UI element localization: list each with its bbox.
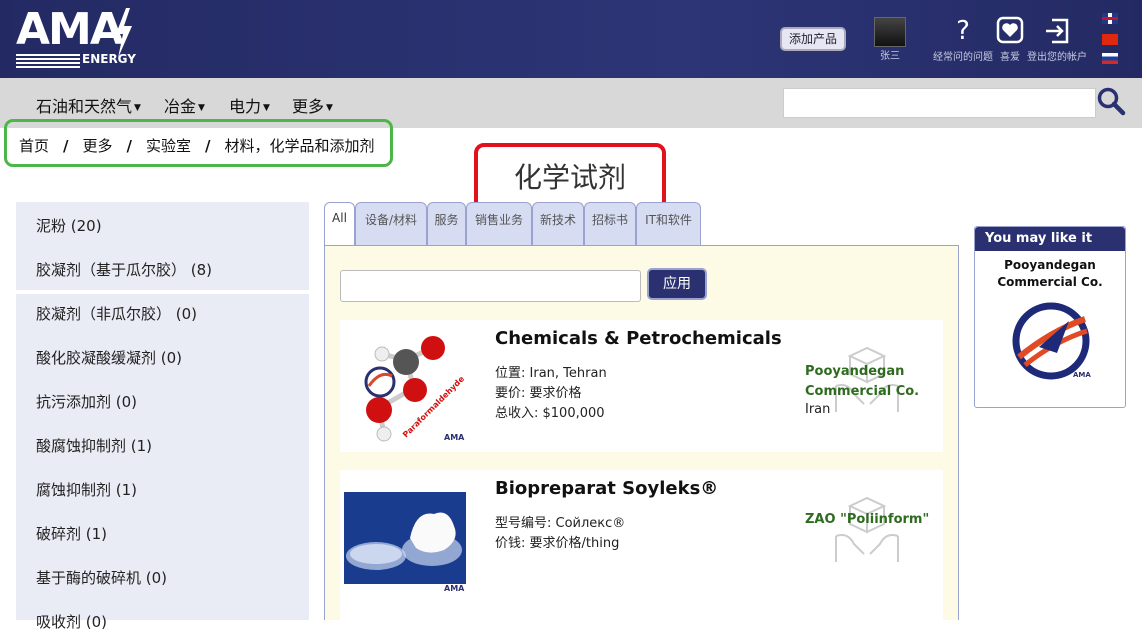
- product-title[interactable]: Biopreparat Soyleks®: [495, 478, 718, 499]
- recommendation-company[interactable]: Pooyandegan Commercial Co.: [975, 257, 1125, 291]
- sidebar-item[interactable]: 胶凝剂（非瓜尔胶） (0): [36, 303, 197, 324]
- nav-oil-gas[interactable]: 石油和天然气 ▼: [36, 93, 141, 117]
- logout-link[interactable]: 登出您的帐户: [1022, 16, 1092, 63]
- tab-sales[interactable]: 销售业务: [466, 202, 532, 246]
- nav-more[interactable]: 更多 ▼: [292, 93, 333, 117]
- apply-button[interactable]: 应用: [647, 268, 707, 300]
- logo-watermark: AMA: [1073, 371, 1091, 379]
- breadcrumb: 首页 / 更多 / 实验室 / 材料，化学品和添加剂: [4, 119, 393, 167]
- logout-icon: [1046, 18, 1069, 44]
- product-title[interactable]: Chemicals & Petrochemicals: [495, 328, 782, 349]
- logo-stripes: [16, 54, 80, 68]
- caret-down-icon: ▼: [134, 102, 141, 113]
- tab-tenders[interactable]: 招标书: [584, 202, 636, 246]
- product-card[interactable]: AMA Biopreparat Soyleks® 型号编号: Сойлекс® …: [340, 470, 943, 620]
- search-icon[interactable]: [1096, 86, 1126, 116]
- recommendation-heading: You may like it: [975, 227, 1125, 251]
- recommendation-box[interactable]: You may like it Pooyandegan Commercial Co…: [974, 226, 1126, 408]
- search-input[interactable]: [783, 88, 1096, 118]
- caret-down-icon: ▼: [198, 102, 205, 113]
- nav-power[interactable]: 电力 ▼: [229, 93, 270, 117]
- sidebar-item[interactable]: 胶凝剂（基于瓜尔胶） (8): [36, 259, 212, 280]
- logout-label: 登出您的帐户: [1027, 52, 1087, 63]
- ama-energy-logo[interactable]: AMA ENERGY: [16, 4, 136, 70]
- sidebar-item[interactable]: 酸化胶凝酸缓凝剂 (0): [36, 347, 182, 368]
- tab-all[interactable]: All: [324, 202, 355, 247]
- tab-it-software[interactable]: IT和软件: [636, 202, 701, 246]
- logo-text: AMA: [16, 4, 124, 55]
- seller-name[interactable]: ZAO "Poliinform": [805, 510, 929, 530]
- flag-chinese-icon[interactable]: [1102, 34, 1118, 45]
- avatar[interactable]: [874, 17, 906, 47]
- sidebar-item[interactable]: 吸收剂 (0): [36, 611, 107, 632]
- sidebar-item[interactable]: 腐蚀抑制剂 (1): [36, 479, 137, 500]
- seller-country: Iran: [805, 402, 831, 417]
- breadcrumb-home[interactable]: 首页: [19, 137, 49, 155]
- product-location: 位置: Iran, Tehran: [495, 366, 607, 381]
- add-product-button[interactable]: 添加产品: [780, 27, 846, 51]
- category-sidebar: 泥粉 (20) 胶凝剂（基于瓜尔胶） (8) 胶凝剂（非瓜尔胶） (0) 酸化胶…: [16, 202, 309, 631]
- caret-down-icon: ▼: [326, 102, 333, 113]
- top-header: AMA ENERGY 添加产品 张三 ? 经常问的问题 喜爱 登出您的帐户: [0, 0, 1142, 78]
- sidebar-item[interactable]: 酸腐蚀抑制剂 (1): [36, 435, 152, 456]
- product-price: 要价: 要求价格: [495, 386, 582, 401]
- image-watermark: AMA: [444, 433, 465, 442]
- nav-metallurgy[interactable]: 冶金 ▼: [164, 93, 205, 117]
- sidebar-item[interactable]: 泥粉 (20): [36, 215, 102, 236]
- logo-subtext: ENERGY: [82, 52, 136, 66]
- tab-services[interactable]: 服务: [427, 202, 466, 246]
- bolt-icon: [116, 8, 132, 58]
- flag-english-icon[interactable]: [1102, 13, 1118, 24]
- sidebar-item[interactable]: 破碎剂 (1): [36, 523, 107, 544]
- image-watermark: AMA: [444, 584, 465, 593]
- product-image[interactable]: Paraformaldehyde AMA: [344, 326, 466, 444]
- filter-input[interactable]: [340, 270, 641, 302]
- tab-equipment[interactable]: 设备/材料: [355, 202, 427, 246]
- sidebar-item[interactable]: 抗污添加剂 (0): [36, 391, 137, 412]
- breadcrumb-more[interactable]: 更多: [83, 137, 113, 155]
- page-title: 化学试剂: [513, 161, 626, 194]
- breadcrumb-lab[interactable]: 实验室: [146, 137, 191, 155]
- user-name[interactable]: 张三: [870, 47, 910, 62]
- flag-russian-icon[interactable]: [1102, 53, 1118, 64]
- sidebar-item[interactable]: 基于酶的破碎机 (0): [36, 567, 167, 588]
- handshake-icon: [835, 496, 899, 562]
- breadcrumb-current[interactable]: 材料，化学品和添加剂: [225, 137, 375, 155]
- product-price: 价钱: 要求价格/thing: [495, 536, 620, 551]
- product-model: 型号编号: Сойлекс®: [495, 516, 626, 531]
- company-logo[interactable]: AMA: [1011, 301, 1091, 381]
- tab-new-tech[interactable]: 新技术: [532, 202, 584, 246]
- product-revenue: 总收入: $100,000: [495, 406, 605, 421]
- caret-down-icon: ▼: [263, 102, 270, 113]
- product-image[interactable]: AMA: [344, 478, 466, 596]
- seller-name[interactable]: Pooyandegan Commercial Co.: [805, 362, 919, 402]
- product-card[interactable]: Paraformaldehyde AMA Chemicals & Petroch…: [340, 320, 943, 452]
